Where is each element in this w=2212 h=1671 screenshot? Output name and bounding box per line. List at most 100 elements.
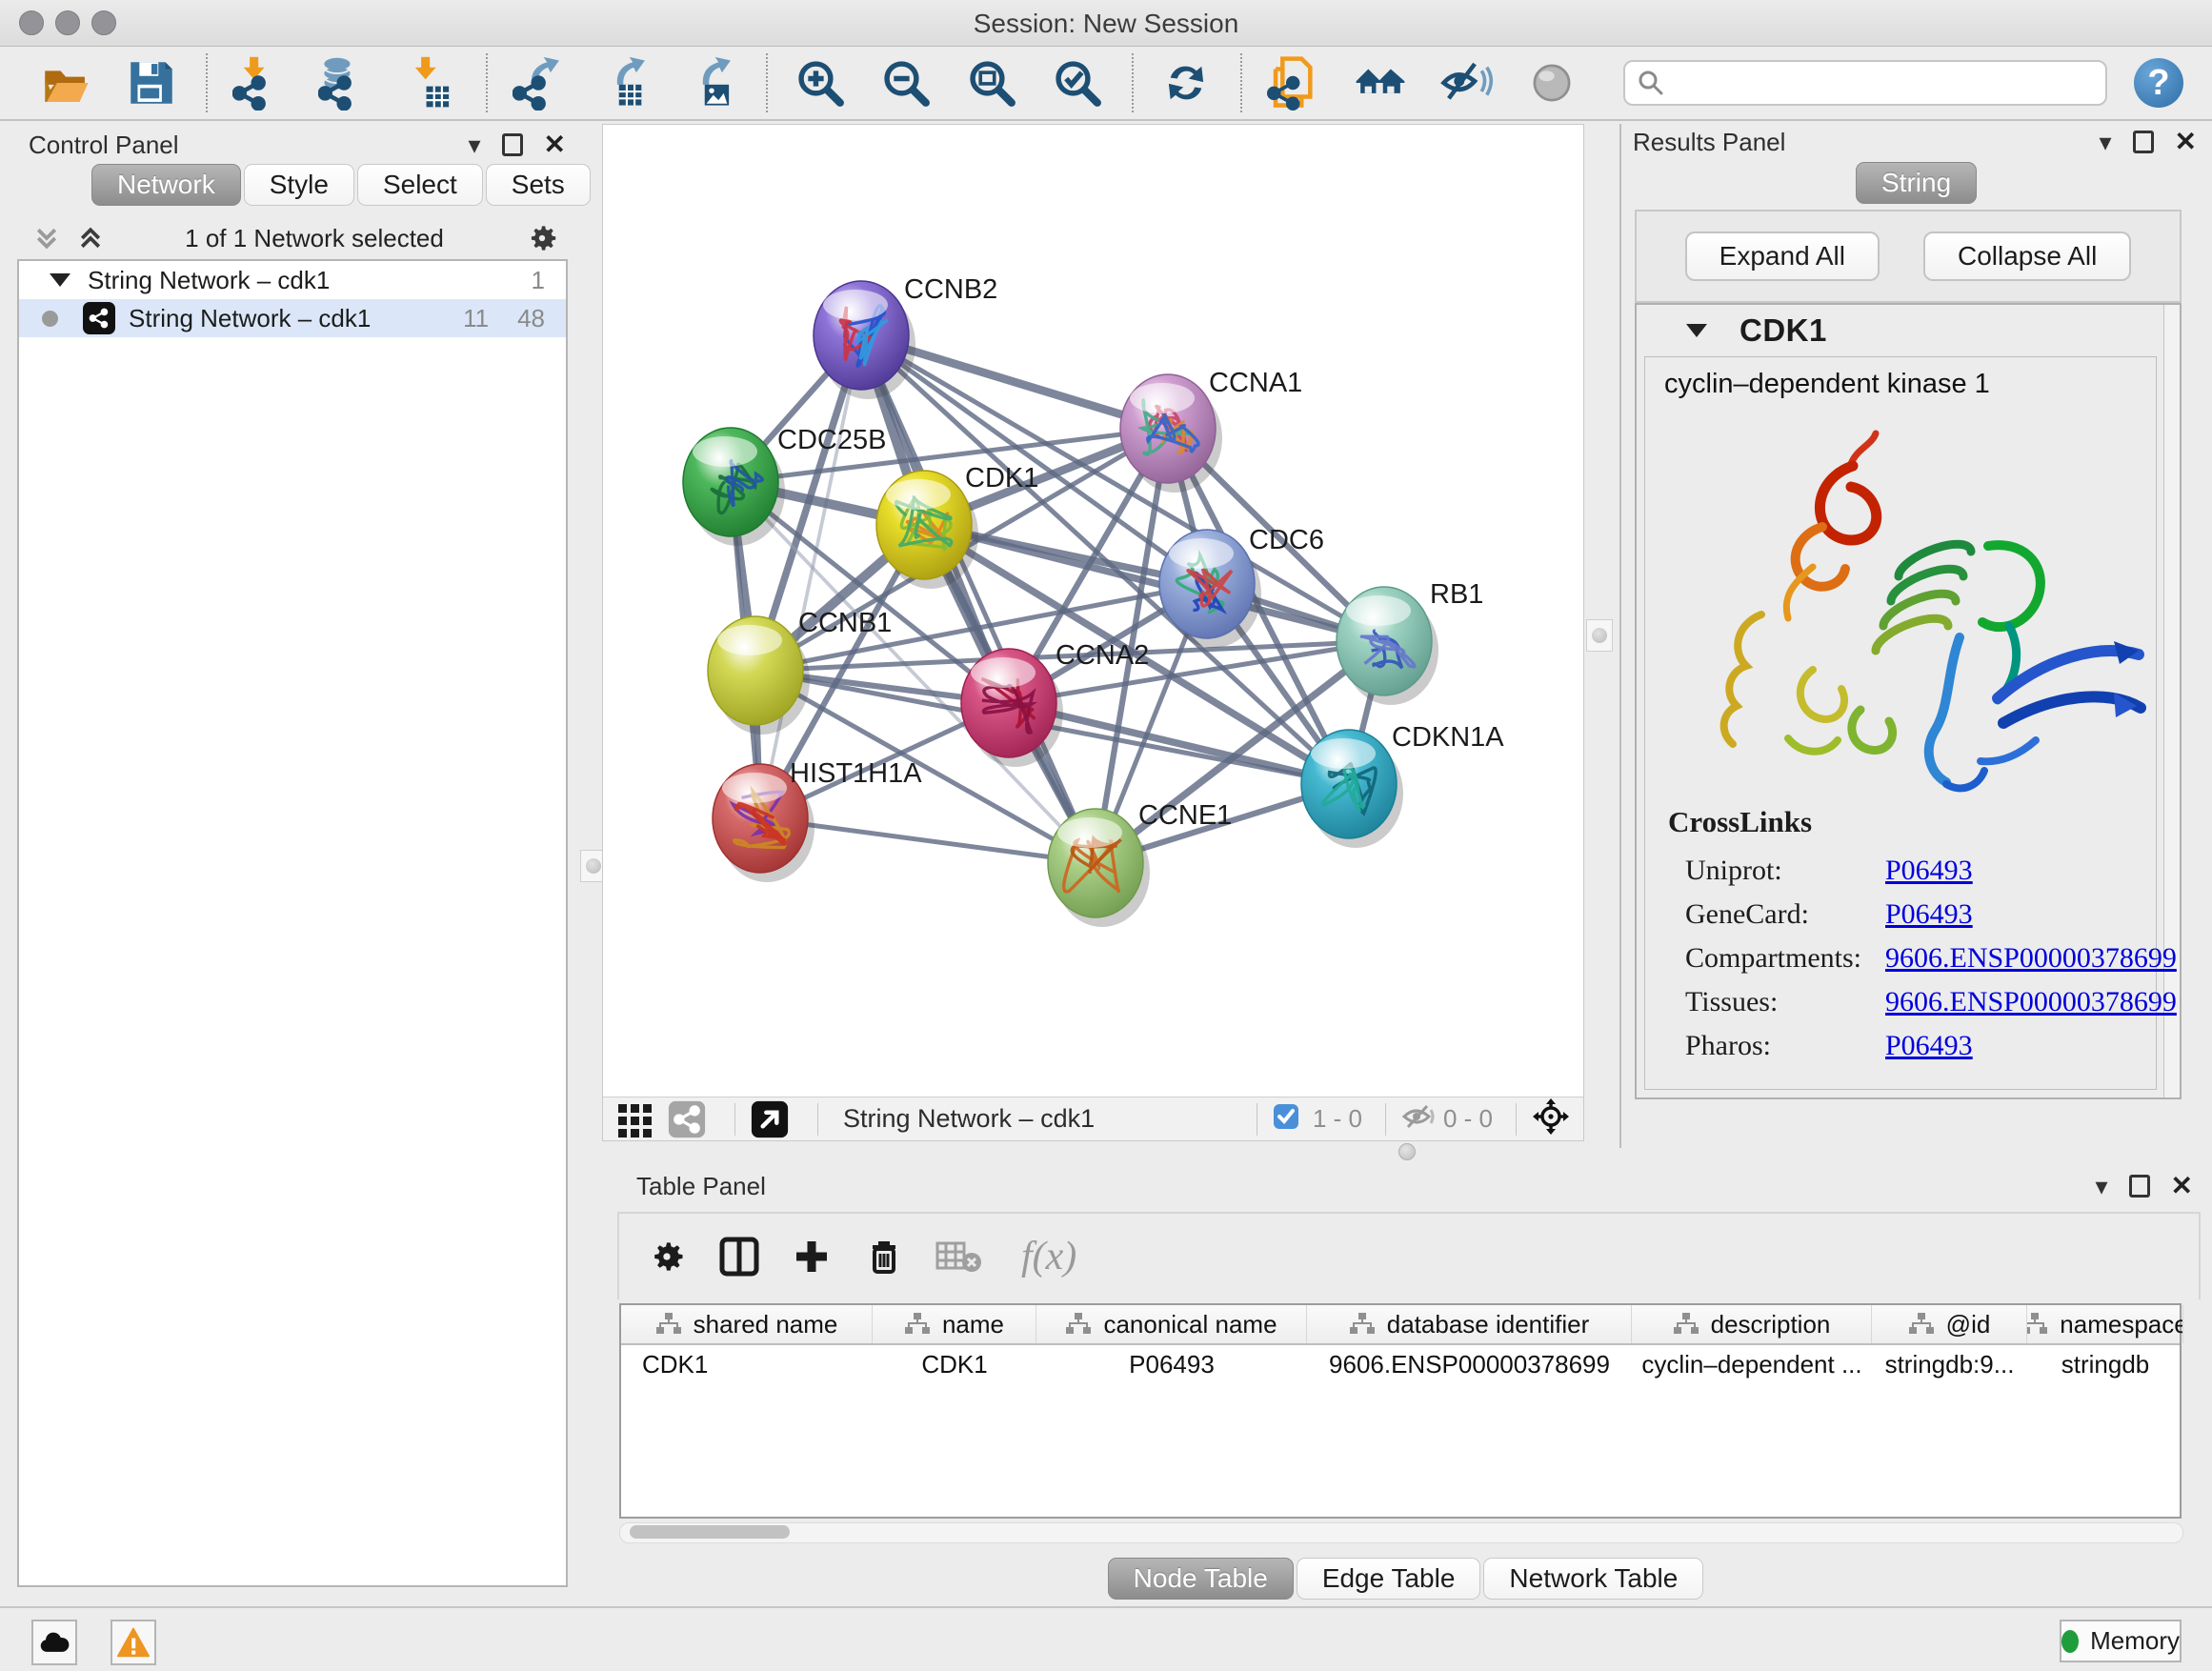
selected-nodes-checkbox-icon[interactable]: [1273, 1103, 1299, 1135]
zoom-selected-button[interactable]: [1050, 55, 1105, 111]
network-collection-row[interactable]: String Network – cdk1 1: [19, 261, 566, 299]
panel-float-icon[interactable]: [502, 133, 523, 156]
network-view[interactable]: CCNB2CCNA1CDC25BCDK1CDC6RB1CCNB1CCNA2CDK…: [602, 124, 1584, 1141]
table-cell[interactable]: CDK1: [621, 1350, 873, 1379]
table-cell[interactable]: stringdb: [2027, 1350, 2183, 1379]
network-node-ccnb2[interactable]: [814, 281, 915, 399]
tab-sets[interactable]: Sets: [486, 164, 591, 206]
column-header-description[interactable]: description: [1632, 1305, 1872, 1343]
network-node-ccne1[interactable]: [1048, 809, 1150, 927]
birdseye-navigator-icon[interactable]: [1532, 1097, 1570, 1140]
crosslink-link[interactable]: P06493: [1885, 1030, 1973, 1062]
open-in-new-window-icon[interactable]: [751, 1100, 789, 1138]
crosslink-link[interactable]: P06493: [1885, 855, 1973, 887]
search-input[interactable]: [1665, 68, 2069, 99]
table-row[interactable]: CDK1CDK1P064939606.ENSP00000378699cyclin…: [621, 1345, 2180, 1383]
hide-graphics-details-button[interactable]: [1438, 55, 1494, 111]
tab-edge-table[interactable]: Edge Table: [1297, 1558, 1481, 1600]
crosslink-link[interactable]: P06493: [1885, 898, 1973, 931]
network-canvas[interactable]: CCNB2CCNA1CDC25BCDK1CDC6RB1CCNB1CCNA2CDK…: [603, 125, 1583, 1097]
column-header-canonical-name[interactable]: canonical name: [1036, 1305, 1307, 1343]
column-header-namespace[interactable]: namespace: [2027, 1305, 2183, 1343]
crosslink-link[interactable]: 9606.ENSP00000378699: [1885, 986, 2177, 1018]
gene-expand-icon[interactable]: [1686, 324, 1707, 337]
network-options-gear-icon[interactable]: [524, 220, 560, 256]
network-edge[interactable]: [760, 335, 861, 818]
hidden-elements-eye-icon[interactable]: [1401, 1102, 1436, 1136]
apply-preferred-layout-button[interactable]: [1158, 55, 1214, 111]
collapse-all-button[interactable]: Collapse All: [1923, 232, 2131, 281]
network-from-document-button[interactable]: [1267, 55, 1322, 111]
export-table-button[interactable]: [598, 55, 654, 111]
network-row[interactable]: String Network – cdk1 11 48: [19, 299, 566, 337]
warnings-button[interactable]: [111, 1620, 156, 1665]
table-cell[interactable]: P06493: [1036, 1350, 1307, 1379]
crosslink-row: Tissues:9606.ENSP00000378699: [1668, 980, 2177, 1024]
export-network-button[interactable]: [513, 55, 568, 111]
import-network-file-button[interactable]: [232, 55, 288, 111]
birdseye-view-button[interactable]: [1524, 55, 1579, 111]
expand-all-icon[interactable]: [76, 224, 105, 252]
cloud-button[interactable]: [31, 1620, 77, 1665]
grid-view-icon[interactable]: [616, 1100, 654, 1138]
collection-name: String Network – cdk1: [88, 266, 330, 295]
column-header--id[interactable]: @id: [1872, 1305, 2027, 1343]
column-header-database-identifier[interactable]: database identifier: [1307, 1305, 1632, 1343]
tab-select[interactable]: Select: [357, 164, 483, 206]
network-node-cdc25b[interactable]: [683, 428, 785, 546]
show-columns-icon[interactable]: [718, 1236, 760, 1278]
zoom-fit-button[interactable]: [964, 55, 1019, 111]
add-column-icon[interactable]: [791, 1236, 833, 1278]
delete-column-icon[interactable]: [863, 1236, 905, 1278]
table-cell[interactable]: cyclin–dependent ...: [1632, 1350, 1872, 1379]
tab-network[interactable]: Network: [91, 164, 241, 206]
tab-string[interactable]: String: [1856, 162, 1977, 204]
panel-close-icon[interactable]: ✕: [2175, 132, 2197, 151]
help-button[interactable]: ?: [2134, 58, 2183, 108]
column-header-shared-name[interactable]: shared name: [621, 1305, 873, 1343]
open-session-button[interactable]: [38, 55, 93, 111]
table-cell[interactable]: CDK1: [873, 1350, 1036, 1379]
panel-minimize-icon[interactable]: ▾: [2099, 132, 2111, 151]
table-options-gear-icon[interactable]: [646, 1236, 688, 1278]
network-node-ccna1[interactable]: [1120, 374, 1222, 493]
zoom-in-button[interactable]: [793, 55, 848, 111]
panel-float-icon[interactable]: [2133, 131, 2154, 153]
import-table-file-button[interactable]: [404, 55, 459, 111]
network-node-cdkn1a[interactable]: [1301, 730, 1403, 848]
tab-style[interactable]: Style: [244, 164, 354, 206]
tab-network-table[interactable]: Network Table: [1483, 1558, 1703, 1600]
function-builder-icon[interactable]: f(x): [1021, 1234, 1076, 1279]
table-cell[interactable]: stringdb:9...: [1872, 1350, 2027, 1379]
panel-close-icon[interactable]: ✕: [544, 135, 566, 154]
zoom-out-button[interactable]: [878, 55, 934, 111]
network-node-cdk1[interactable]: [876, 471, 978, 589]
table-cell[interactable]: 9606.ENSP00000378699: [1307, 1350, 1632, 1379]
home-button[interactable]: [1353, 55, 1408, 111]
delete-table-icon[interactable]: [935, 1236, 985, 1278]
network-node-rb1[interactable]: [1337, 587, 1438, 705]
search-box[interactable]: [1623, 60, 2107, 106]
table-horizontal-scrollbar[interactable]: [619, 1522, 2183, 1543]
panel-minimize-icon[interactable]: ▾: [468, 135, 480, 154]
network-node-ccna2[interactable]: [961, 649, 1063, 767]
panel-float-icon[interactable]: [2129, 1175, 2150, 1198]
tree-expand-icon[interactable]: [50, 273, 70, 287]
export-image-button[interactable]: [684, 55, 739, 111]
string-share-icon[interactable]: [668, 1100, 706, 1138]
right-splitter-handle[interactable]: [1586, 619, 1613, 652]
import-network-database-button[interactable]: [318, 55, 373, 111]
memory-button[interactable]: Memory: [2060, 1620, 2182, 1662]
crosslink-row: GeneCard:P06493: [1668, 893, 2177, 936]
expand-all-button[interactable]: Expand All: [1685, 232, 1880, 281]
panel-close-icon[interactable]: ✕: [2171, 1177, 2193, 1196]
panel-minimize-icon[interactable]: ▾: [2095, 1177, 2107, 1196]
crosslink-link[interactable]: 9606.ENSP00000378699: [1885, 942, 2177, 975]
network-node-cdc6[interactable]: [1159, 530, 1261, 648]
cloud-icon: [37, 1625, 71, 1660]
tab-node-table[interactable]: Node Table: [1108, 1558, 1294, 1600]
save-session-button[interactable]: [124, 55, 179, 111]
collapse-all-icon[interactable]: [32, 224, 61, 252]
column-header-name[interactable]: name: [873, 1305, 1036, 1343]
table-tabs: Node TableEdge TableNetwork Table: [602, 1558, 2212, 1600]
